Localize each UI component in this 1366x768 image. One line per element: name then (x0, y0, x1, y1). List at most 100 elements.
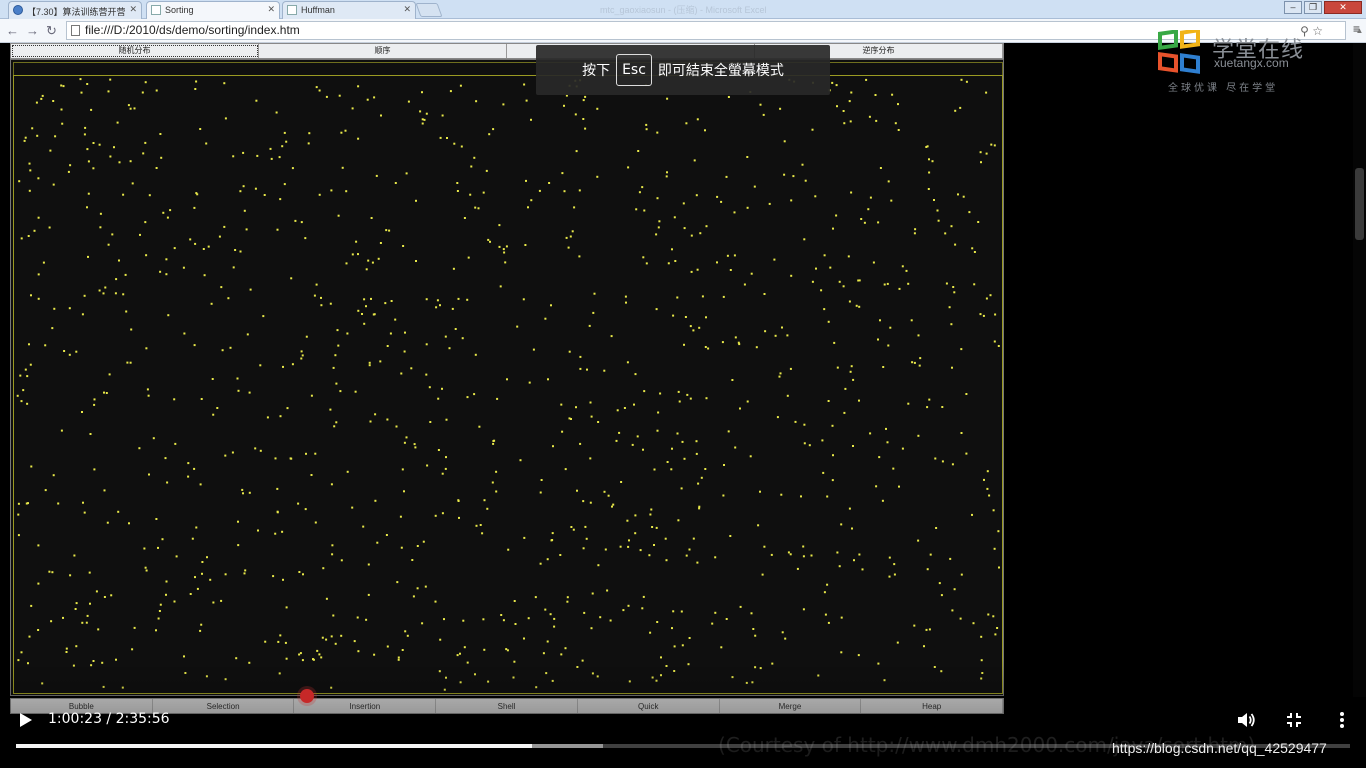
sort-dot (467, 256, 470, 259)
sort-dot (128, 522, 130, 525)
sort-dot (205, 675, 208, 678)
sort-dot (62, 616, 64, 619)
sort-dot (354, 390, 357, 393)
sort-dot (17, 659, 20, 662)
exit-fullscreen-button[interactable] (1284, 710, 1304, 730)
sort-dot (989, 294, 992, 297)
sort-dot (421, 118, 424, 121)
sort-dot (965, 452, 968, 455)
play-icon (20, 713, 32, 727)
sort-dot (977, 221, 980, 223)
sort-dot (564, 468, 567, 471)
sort-dot (716, 261, 718, 264)
sort-dot (187, 475, 190, 478)
brand-url: xuetangx.com (1214, 56, 1289, 70)
sort-dot (434, 600, 437, 603)
sort-dot (101, 661, 104, 664)
sort-dot (997, 530, 1000, 533)
more-vert-icon (1340, 712, 1344, 728)
sort-dot (838, 565, 841, 568)
sort-dot (242, 492, 244, 495)
sort-dot (771, 662, 774, 665)
more-options-button[interactable] (1334, 709, 1350, 731)
video-player[interactable]: 【7.30】算法训练营开营 ✕ Sorting ✕ Huffman ✕ mtc_… (0, 0, 1366, 768)
sort-dot (460, 145, 463, 148)
sort-dot (823, 308, 826, 311)
sort-dot (33, 229, 36, 232)
sort-dot (402, 245, 405, 247)
sort-dot (551, 532, 554, 535)
sort-dot (386, 645, 389, 648)
sort-dot (588, 324, 591, 327)
sort-dot (301, 354, 304, 357)
sort-dot (97, 628, 100, 631)
volume-button[interactable] (1235, 709, 1257, 731)
sort-dot (538, 189, 541, 192)
sort-dot (811, 280, 814, 283)
sort-dot (133, 107, 136, 110)
sort-dot (87, 160, 90, 163)
sort-dot (86, 148, 89, 151)
sort-dot (692, 329, 695, 332)
sort-dot (304, 508, 307, 511)
sort-dot (223, 82, 226, 85)
xuetangx-logo-icon (1158, 30, 1200, 74)
sort-dot (680, 487, 683, 490)
sort-dot (997, 345, 1000, 347)
sort-dot (108, 373, 111, 376)
sort-dot (412, 595, 415, 598)
sort-dot (643, 390, 646, 393)
sort-dot (379, 360, 382, 363)
sort-dot (698, 507, 701, 510)
sort-dot (697, 482, 700, 485)
sort-dot (223, 225, 226, 228)
sort-dot (266, 416, 269, 419)
sort-dot (731, 379, 734, 381)
sort-dot (583, 611, 586, 614)
sort-dot (875, 119, 878, 122)
sort-dot (48, 226, 51, 229)
sort-dot (585, 537, 588, 540)
sort-dot (37, 297, 40, 300)
sort-dot (711, 622, 714, 625)
sort-dot (148, 473, 150, 476)
sort-dot (102, 685, 105, 688)
sort-dot (474, 353, 477, 356)
sort-dot (385, 534, 388, 536)
sort-dot (339, 390, 342, 393)
sort-dot (935, 527, 938, 529)
sort-dot (953, 291, 956, 294)
sort-dot (495, 470, 498, 473)
sort-dot (129, 361, 132, 364)
sort-dot (283, 131, 286, 134)
sort-dot (224, 454, 227, 457)
sort-dot (879, 167, 882, 169)
sort-dot (17, 513, 20, 516)
sort-dot (623, 407, 626, 409)
sort-dot (312, 658, 315, 661)
sort-dot (444, 335, 447, 338)
sort-dot (592, 311, 595, 314)
sort-dot (701, 295, 704, 298)
sort-dot (403, 350, 406, 353)
sort-dot (329, 408, 332, 411)
sort-dot (959, 106, 962, 109)
sort-dot (313, 294, 316, 297)
sort-dot (579, 367, 582, 370)
sort-dot (351, 506, 354, 509)
sort-dot (951, 609, 954, 612)
sort-dot (698, 326, 701, 329)
sort-dot (297, 502, 300, 505)
sort-dot (579, 442, 582, 445)
sort-dot (340, 131, 343, 134)
sort-dot (366, 98, 369, 101)
sort-dot (160, 156, 163, 159)
sort-dot (968, 211, 971, 214)
sort-dot (50, 620, 53, 623)
play-button[interactable] (14, 710, 36, 730)
sort-dot (158, 610, 161, 612)
sort-dot (104, 286, 107, 289)
sort-dot (221, 349, 224, 352)
sort-dot (676, 296, 679, 299)
sort-dot (677, 390, 680, 393)
